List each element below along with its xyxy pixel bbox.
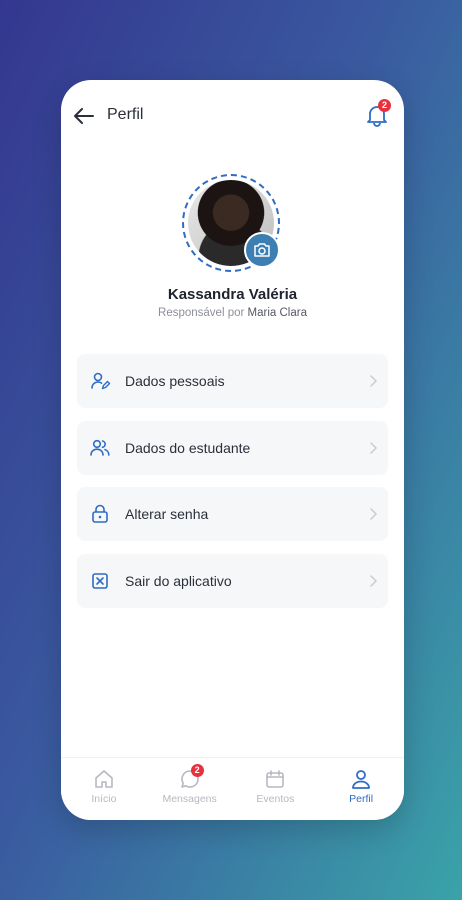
camera-icon: [254, 243, 270, 257]
profile-menu: Dados pessoais Dados do estudante Altera…: [77, 354, 388, 620]
phone-screen: Perfil 2 Kassandra Valéria Responsável p…: [61, 80, 404, 820]
tab-label: Início: [91, 793, 117, 805]
tab-events[interactable]: Eventos: [233, 758, 319, 820]
profile-icon: [350, 768, 372, 790]
change-photo-button[interactable]: [244, 232, 280, 268]
menu-item-label: Alterar senha: [125, 506, 209, 522]
home-icon: [93, 768, 115, 790]
notification-badge: 2: [378, 99, 391, 112]
app-header: Perfil 2: [61, 80, 404, 152]
tab-label: Eventos: [256, 793, 295, 805]
user-edit-icon: [89, 370, 111, 392]
chevron-right-icon: [370, 508, 378, 520]
messages-badge: 2: [190, 764, 204, 777]
users-icon: [89, 437, 111, 459]
page-title: Perfil: [107, 106, 144, 123]
bottom-tab-bar: Início 2 Mensagens Eventos Perfil: [61, 757, 404, 820]
menu-item-student-data[interactable]: Dados do estudante: [77, 420, 388, 475]
lock-icon: [89, 503, 111, 525]
arrow-left-icon: [74, 108, 94, 124]
tab-label: Perfil: [349, 793, 374, 805]
back-button[interactable]: [73, 106, 95, 126]
profile-subtitle: Responsável por Maria Clara: [61, 307, 404, 319]
tab-label: Mensagens: [162, 793, 217, 805]
subtitle-prefix: Responsável por: [158, 307, 245, 319]
responsible-name: Maria Clara: [247, 307, 307, 319]
menu-item-label: Sair do aplicativo: [125, 572, 232, 589]
tab-home[interactable]: Início: [61, 758, 147, 820]
chevron-right-icon: [370, 375, 378, 387]
profile-name: Kassandra Valéria: [167, 286, 298, 303]
chevron-right-icon: [370, 441, 378, 454]
chevron-right-icon: [370, 574, 378, 587]
tab-messages[interactable]: 2 Mensagens: [147, 758, 233, 820]
menu-item-label: Dados do estudante: [125, 439, 251, 456]
menu-item-label: Dados pessoais: [125, 373, 225, 389]
menu-item-logout[interactable]: Sair do aplicativo: [77, 553, 388, 608]
calendar-icon: [264, 768, 286, 790]
message-icon: 2: [179, 764, 204, 790]
menu-item-change-password[interactable]: Alterar senha: [77, 487, 388, 541]
notifications-button[interactable]: 2: [364, 99, 391, 128]
menu-item-personal-data[interactable]: Dados pessoais: [77, 354, 388, 408]
exit-icon: [89, 570, 111, 592]
tab-profile[interactable]: Perfil: [318, 758, 404, 820]
